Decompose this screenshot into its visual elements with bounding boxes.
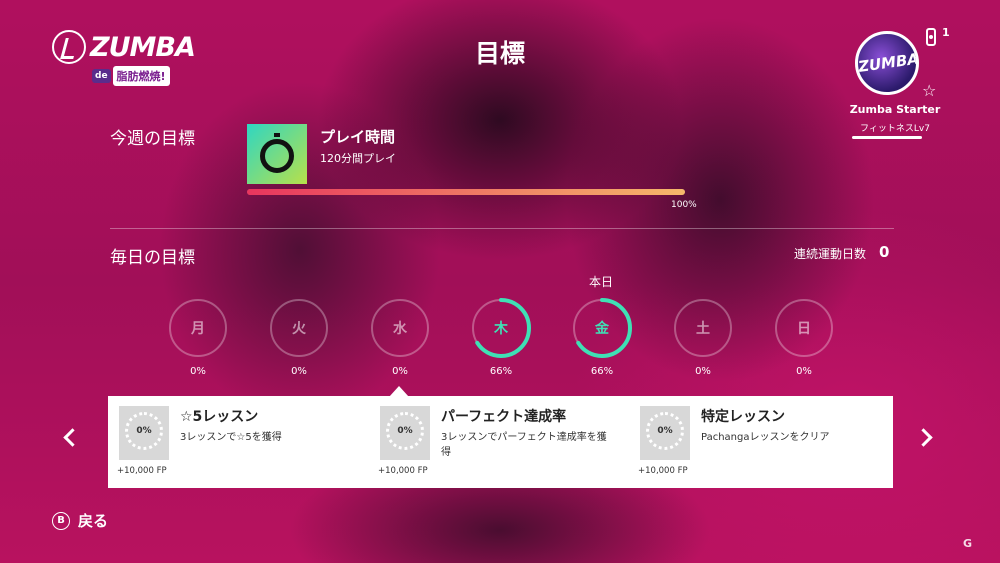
goal-card-thumbnail: 0%	[380, 406, 430, 460]
day-name: 火	[292, 321, 306, 337]
prev-arrow-icon[interactable]	[63, 428, 82, 447]
profile-name: Zumba Starter	[849, 103, 941, 116]
b-button-icon: B	[52, 511, 70, 530]
watermark-logo: G	[963, 537, 973, 550]
day-ring[interactable]: 月	[166, 296, 230, 360]
day-name: 木	[494, 321, 508, 337]
day-name: 日	[797, 321, 811, 337]
level-progress-bar	[852, 136, 922, 139]
day-percent: 0%	[695, 366, 711, 377]
weekly-goal-heading: 今週の目標	[110, 129, 195, 149]
goal-card-reward: +10,000 FP	[117, 466, 167, 476]
avatar: ZUMBA	[855, 31, 919, 95]
day-percent: 0%	[291, 366, 307, 377]
goal-card-title: パーフェクト達成率	[441, 409, 567, 425]
day-name: 金	[595, 321, 609, 337]
goal-card[interactable]: 0% ☆5レッスン 3レッスンで☆5を獲得 +10,000 FP	[108, 406, 358, 482]
day-percent: 0%	[796, 366, 812, 377]
goal-card-reward: +10,000 FP	[638, 466, 688, 476]
streak-value: 0	[879, 243, 890, 261]
goal-card-reward: +10,000 FP	[378, 466, 428, 476]
streak-label: 連続運動日数	[794, 247, 867, 261]
goal-card-desc: 3レッスンで☆5を獲得	[180, 432, 282, 443]
daily-goal-heading: 毎日の目標	[110, 248, 195, 268]
stopwatch-icon	[260, 139, 294, 173]
goal-card-thumbnail: 0%	[119, 406, 169, 460]
today-label: 本日	[588, 275, 613, 289]
goal-card-desc: 3レッスンでパーフェクト達成率を獲得	[441, 432, 607, 458]
avatar-text: ZUMBA	[857, 49, 919, 76]
day-ring[interactable]: 金	[570, 296, 634, 360]
weekly-progress-bar	[247, 189, 685, 195]
goal-card-pct: 0%	[136, 426, 152, 436]
weekly-goal-desc: 120分間プレイ	[320, 152, 396, 165]
day-percent: 0%	[190, 366, 206, 377]
goal-card[interactable]: 0% パーフェクト達成率 3レッスンでパーフェクト達成率を獲得 +10,000 …	[369, 406, 619, 482]
goal-card-thumbnail: 0%	[640, 406, 690, 460]
player-number: 1	[942, 26, 950, 39]
weekly-progress-label: 100%	[671, 200, 697, 210]
weekly-goal-title: プレイ時間	[320, 128, 396, 146]
daily-goal-panel: 0% ☆5レッスン 3レッスンで☆5を獲得 +10,000 FP 0% パーフェ…	[108, 396, 893, 488]
goal-card-title: 特定レッスン	[701, 409, 785, 425]
weekly-goal-thumbnail	[247, 124, 307, 184]
goal-card[interactable]: 0% 特定レッスン Pachangaレッスンをクリア +10,000 FP	[629, 406, 879, 482]
page-title: 目標	[474, 39, 525, 68]
back-button[interactable]: B 戻る	[52, 510, 108, 531]
goal-card-desc: Pachangaレッスンをクリア	[701, 432, 830, 443]
day-name: 土	[696, 321, 710, 337]
logo-sub-de: de	[92, 69, 111, 83]
profile-level: フィットネスLv7	[860, 124, 930, 134]
day-percent: 0%	[392, 366, 408, 377]
goal-card-pct: 0%	[397, 426, 413, 436]
day-ring[interactable]: 水	[368, 296, 432, 360]
stopwatch-button	[274, 133, 280, 137]
day-ring[interactable]: 木	[469, 296, 533, 360]
goal-card-pct: 0%	[657, 426, 673, 436]
day-percent: 66%	[590, 366, 614, 377]
next-arrow-icon[interactable]	[914, 428, 933, 447]
day-name: 水	[393, 321, 407, 337]
star-icon: ☆	[922, 81, 937, 100]
goal-card-title: ☆5レッスン	[180, 409, 259, 425]
weekly-progress-fill	[247, 189, 685, 195]
day-name: 月	[191, 321, 205, 337]
day-ring[interactable]: 土	[671, 296, 735, 360]
back-label: 戻る	[78, 512, 109, 530]
section-divider	[110, 228, 894, 229]
day-ring[interactable]: 日	[772, 296, 836, 360]
day-percent: 66%	[489, 366, 513, 377]
day-ring[interactable]: 火	[267, 296, 331, 360]
joycon-icon	[926, 28, 936, 46]
